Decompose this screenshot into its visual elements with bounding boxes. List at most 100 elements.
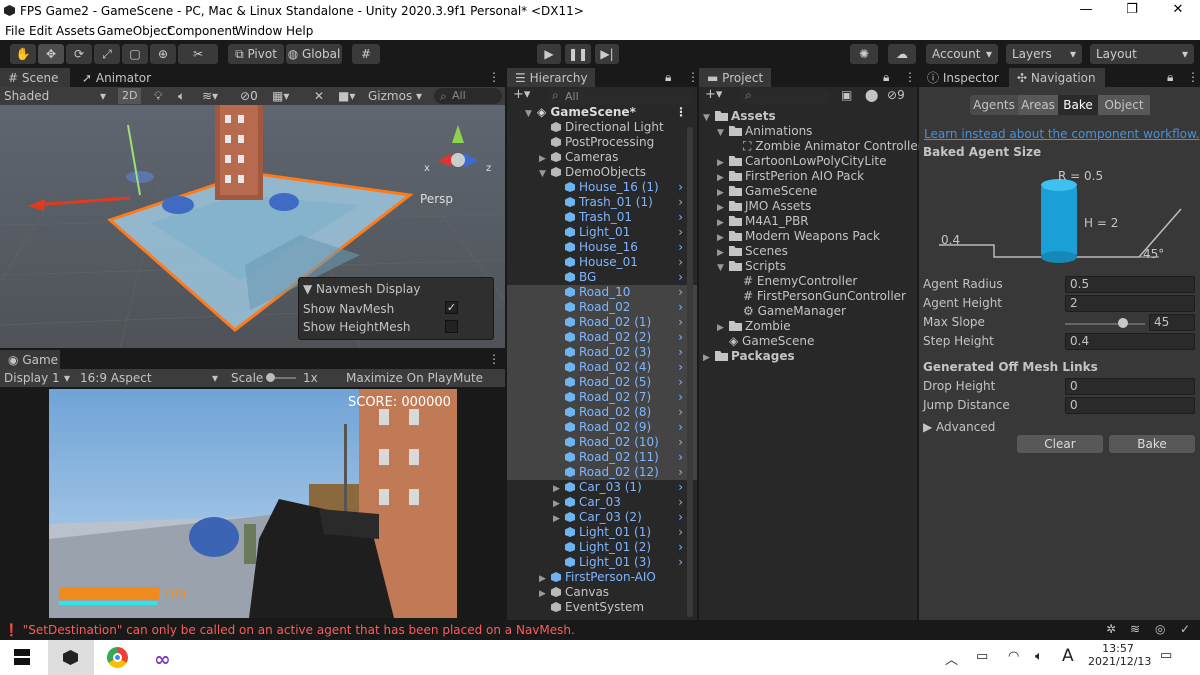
- pause-button[interactable]: ❚❚: [565, 44, 591, 64]
- layers-dropdown[interactable]: Layers: [1006, 44, 1082, 64]
- menu-file[interactable]: File: [5, 24, 25, 38]
- foldout-arrow-icon[interactable]: ▼: [717, 126, 729, 141]
- project-item[interactable]: # FirstPersonGunController: [731, 289, 906, 304]
- project-item[interactable]: ▶ CartoonLowPolyCityLite: [717, 154, 887, 169]
- error-message[interactable]: ❗ "SetDestination" can only be called on…: [4, 623, 575, 637]
- debug-icon[interactable]: ✲: [1106, 622, 1116, 636]
- scene-view[interactable]: Persp x z ▼ Navmesh Display Show NavMesh…: [0, 105, 505, 348]
- hierarchy-scrollbar[interactable]: [687, 127, 693, 617]
- project-lock-icon[interactable]: 🔒︎: [883, 70, 889, 85]
- prefab-open-icon[interactable]: ›: [678, 495, 683, 510]
- project-item[interactable]: ▶ M4A1_PBR: [717, 214, 809, 229]
- scene-root-menu-icon[interactable]: ⋮: [675, 105, 687, 120]
- wifi-icon[interactable]: ◠: [1008, 649, 1019, 664]
- prefab-open-icon[interactable]: ›: [678, 285, 683, 300]
- step-height-field[interactable]: 0.4: [1065, 333, 1195, 350]
- subtab-bake[interactable]: Bake: [1058, 95, 1098, 115]
- agent-radius-field[interactable]: 0.5: [1065, 276, 1195, 293]
- max-slope-slider-thumb[interactable]: [1118, 318, 1128, 328]
- windows-start-icon[interactable]: [14, 649, 30, 665]
- hierarchy-item[interactable]: Road_02 ›: [507, 300, 697, 315]
- hierarchy-item[interactable]: ▶ Car_03 ›: [507, 495, 697, 510]
- hierarchy-item[interactable]: BG ›: [507, 270, 697, 285]
- hierarchy-add-button[interactable]: +▾: [513, 87, 530, 102]
- notification-icon[interactable]: ▭: [1160, 648, 1172, 663]
- hierarchy-item[interactable]: ▼ DemoObjects: [507, 165, 697, 180]
- collab-status-icon[interactable]: ◎: [1155, 622, 1165, 636]
- step-button[interactable]: ▶|: [595, 44, 619, 64]
- game-view[interactable]: SCORE: 000000 100: [0, 387, 505, 620]
- hierarchy-item[interactable]: Road_02 (8) ›: [507, 405, 697, 420]
- tab-game[interactable]: ◉ Game: [0, 350, 60, 370]
- show-heightmesh-checkbox[interactable]: [445, 320, 458, 333]
- hierarchy-item[interactable]: Light_01 (2) ›: [507, 540, 697, 555]
- ime-indicator[interactable]: A: [1062, 646, 1074, 666]
- grid-toggle-icon[interactable]: ▦▾: [272, 87, 289, 105]
- foldout-arrow-icon[interactable]: ▼: [717, 261, 729, 276]
- jump-distance-field[interactable]: 0: [1065, 397, 1195, 414]
- maximize-on-play-toggle[interactable]: Maximize On Play: [346, 369, 453, 387]
- hierarchy-item[interactable]: ▶ Cameras: [507, 150, 697, 165]
- max-slope-slider[interactable]: [1065, 323, 1145, 325]
- hidden-objects-icon[interactable]: ⊘0: [240, 87, 258, 105]
- project-item[interactable]: ▶ GameScene: [717, 184, 817, 199]
- volume-icon[interactable]: 🔈︎: [1035, 649, 1043, 664]
- project-item[interactable]: # EnemyController: [731, 274, 857, 289]
- project-item[interactable]: ⛶ Zombie Animator Controller: [731, 139, 923, 154]
- navmesh-display-title[interactable]: ▼ Navmesh Display: [303, 282, 420, 296]
- project-menu-icon[interactable]: ⋮: [904, 70, 916, 84]
- minimize-button[interactable]: —: [1063, 2, 1109, 17]
- account-dropdown[interactable]: Account: [926, 44, 998, 64]
- tab-hierarchy[interactable]: ☰ Hierarchy: [507, 68, 595, 88]
- audio-icon[interactable]: 🔈︎: [178, 87, 185, 105]
- project-item[interactable]: ⚙ GameManager: [731, 304, 846, 319]
- hierarchy-item[interactable]: ▶ Car_03 (1) ›: [507, 480, 697, 495]
- custom-tool-icon[interactable]: ✂: [178, 44, 218, 64]
- gizmos-dropdown[interactable]: Gizmos: [368, 87, 412, 105]
- scene-root-row[interactable]: ▼ ◈ GameScene* ⋮: [507, 105, 697, 120]
- project-item[interactable]: ▼ Assets: [703, 109, 776, 124]
- menu-component[interactable]: Component: [167, 24, 237, 38]
- hierarchy-item[interactable]: Light_01 (3) ›: [507, 555, 697, 570]
- hierarchy-item[interactable]: Trash_01 (1) ›: [507, 195, 697, 210]
- prefab-open-icon[interactable]: ›: [678, 510, 683, 525]
- foldout-arrow-icon[interactable]: ▶: [703, 351, 715, 366]
- transform-tool-icon[interactable]: ⊕: [150, 44, 176, 64]
- taskbar-clock[interactable]: 13:57 2021/12/13: [1088, 642, 1151, 668]
- game-menu-icon[interactable]: ⋮: [488, 352, 500, 366]
- inspector-menu-icon[interactable]: ⋮: [1187, 70, 1199, 84]
- layers-status-icon[interactable]: ≋: [1130, 622, 1140, 636]
- camera-icon[interactable]: ■▾: [338, 87, 355, 105]
- prefab-open-icon[interactable]: ›: [678, 345, 683, 360]
- prefab-open-icon[interactable]: ›: [678, 480, 683, 495]
- prefab-open-icon[interactable]: ›: [678, 195, 683, 210]
- close-button[interactable]: ✕: [1155, 2, 1200, 17]
- show-navmesh-checkbox[interactable]: ✓: [445, 301, 458, 314]
- project-item[interactable]: ▶ JMO Assets: [717, 199, 811, 214]
- mode-2d-button[interactable]: 2D: [118, 88, 142, 104]
- hierarchy-item[interactable]: ▶ FirstPerson-AIO: [507, 570, 697, 585]
- hierarchy-item[interactable]: House_16 (1) ›: [507, 180, 697, 195]
- project-item[interactable]: ▶ Packages: [703, 349, 795, 364]
- bake-button[interactable]: Bake: [1109, 435, 1195, 453]
- inspector-lock-icon[interactable]: 🔒︎: [1167, 70, 1173, 85]
- prefab-open-icon[interactable]: ›: [678, 225, 683, 240]
- effects-icon[interactable]: ≋▾: [202, 87, 218, 105]
- tab-animator[interactable]: ➚ Animator: [74, 68, 154, 88]
- hierarchy-item[interactable]: Road_02 (5) ›: [507, 375, 697, 390]
- menu-help[interactable]: Help: [286, 24, 313, 38]
- hierarchy-item[interactable]: Road_02 (7) ›: [507, 390, 697, 405]
- prefab-open-icon[interactable]: ›: [678, 300, 683, 315]
- tab-scene[interactable]: # Scene: [0, 68, 70, 88]
- scale-tool-icon[interactable]: ⤢: [94, 44, 120, 64]
- battery-icon[interactable]: ▭: [976, 649, 988, 664]
- tray-chevron-icon[interactable]: ︿: [945, 649, 958, 668]
- hierarchy-item[interactable]: Road_02 (2) ›: [507, 330, 697, 345]
- menu-edit[interactable]: Edit: [29, 24, 52, 38]
- prefab-open-icon[interactable]: ›: [678, 435, 683, 450]
- project-item[interactable]: ▶ Modern Weapons Pack: [717, 229, 880, 244]
- prefab-open-icon[interactable]: ›: [678, 525, 683, 540]
- scale-slider-thumb[interactable]: [266, 373, 275, 382]
- visual-studio-icon[interactable]: ∞: [154, 647, 171, 671]
- global-toggle[interactable]: ◍ Global: [286, 44, 342, 64]
